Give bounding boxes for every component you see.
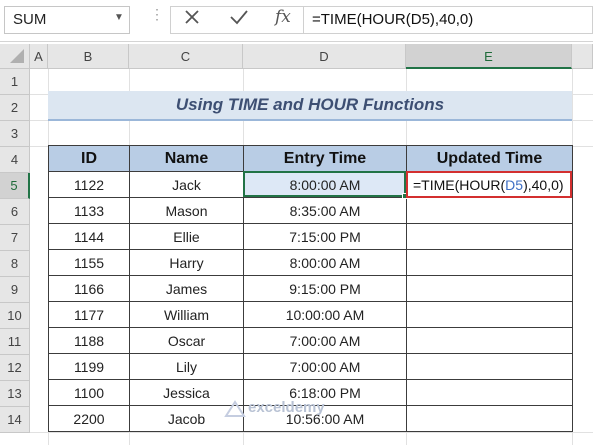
header-entry-time[interactable]: Entry Time — [243, 145, 407, 172]
updated-time-cell[interactable] — [406, 405, 573, 432]
id-cell[interactable]: 1144 — [48, 223, 130, 250]
row-header-1[interactable]: 1 — [0, 69, 30, 95]
table-row: 1144 Ellie 7:15:00 PM — [48, 223, 573, 250]
row-header-12[interactable]: 12 — [0, 355, 30, 381]
edit-formula-reference: D5 — [505, 177, 524, 193]
name-cell[interactable]: Harry — [129, 249, 244, 276]
header-id[interactable]: ID — [48, 145, 130, 172]
entry-time-cell[interactable]: 7:00:00 AM — [243, 353, 407, 380]
row-header-13[interactable]: 13 — [0, 381, 30, 407]
column-header-a[interactable]: A — [30, 44, 48, 69]
id-cell[interactable]: 1155 — [48, 249, 130, 276]
id-cell[interactable]: 1133 — [48, 197, 130, 224]
entry-time-cell[interactable]: 8:00:00 AM — [243, 249, 407, 276]
row-header-8[interactable]: 8 — [0, 251, 30, 277]
formula-input[interactable]: =TIME(HOUR(D5),40,0) — [304, 6, 593, 34]
updated-time-cell[interactable] — [406, 379, 573, 406]
updated-time-cell[interactable] — [406, 327, 573, 354]
id-cell[interactable]: 2200 — [48, 405, 130, 432]
formula-bar: SUM ▼ ⋮ fx =TIME(HOUR(D5),40,0) — [0, 0, 593, 42]
column-header-b[interactable]: B — [48, 44, 129, 69]
edit-formula-prefix: =TIME(HOUR( — [413, 177, 506, 193]
watermark: exceldemy — [248, 399, 325, 416]
id-cell[interactable]: 1166 — [48, 275, 130, 302]
table-row: 1155 Harry 8:00:00 AM — [48, 249, 573, 276]
row-header-3[interactable]: 3 — [0, 121, 30, 147]
updated-time-cell[interactable] — [406, 223, 573, 250]
column-header-f[interactable] — [572, 44, 593, 69]
column-header-e[interactable]: E — [406, 44, 572, 69]
row-header-6[interactable]: 6 — [0, 199, 30, 225]
table-row: 1199 Lily 7:00:00 AM — [48, 353, 573, 380]
entry-time-cell[interactable]: 8:35:00 AM — [243, 197, 407, 224]
updated-time-cell[interactable] — [406, 249, 573, 276]
updated-time-cell[interactable] — [406, 301, 573, 328]
select-all-corner[interactable] — [0, 44, 30, 69]
edit-formula-suffix: ),40,0) — [523, 177, 564, 193]
updated-time-cell[interactable] — [406, 353, 573, 380]
id-cell[interactable]: 1177 — [48, 301, 130, 328]
name-box[interactable]: SUM — [4, 6, 130, 34]
gridline — [30, 432, 593, 433]
entry-time-cell[interactable]: 9:15:00 PM — [243, 275, 407, 302]
row-header-4[interactable]: 4 — [0, 147, 30, 173]
insert-function-icon[interactable]: fx — [275, 7, 291, 27]
row-header-10[interactable]: 10 — [0, 303, 30, 329]
row-header-7[interactable]: 7 — [0, 225, 30, 251]
row-header-2[interactable]: 2 — [0, 95, 30, 121]
column-header-d[interactable]: D — [243, 44, 406, 69]
name-cell[interactable]: James — [129, 275, 244, 302]
name-cell[interactable]: William — [129, 301, 244, 328]
id-cell[interactable]: 1188 — [48, 327, 130, 354]
name-cell[interactable]: Mason — [129, 197, 244, 224]
table-header-row: ID Name Entry Time Updated Time — [48, 145, 573, 172]
row-header-5[interactable]: 5 — [0, 173, 30, 199]
table-row: 1166 James 9:15:00 PM — [48, 275, 573, 302]
header-updated-time[interactable]: Updated Time — [406, 145, 573, 172]
enter-icon[interactable] — [229, 8, 249, 31]
table-row: 1133 Mason 8:35:00 AM — [48, 197, 573, 224]
referenced-cell-outline — [243, 171, 406, 197]
row-header-11[interactable]: 11 — [0, 329, 30, 355]
column-header-c[interactable]: C — [129, 44, 243, 69]
sheet-title: Using TIME and HOUR Functions — [175, 95, 445, 114]
chevron-down-icon[interactable]: ▼ — [114, 12, 124, 23]
id-cell[interactable]: 1199 — [48, 353, 130, 380]
name-cell[interactable]: Ellie — [129, 223, 244, 250]
drag-handle-icon[interactable]: ⋮ — [150, 7, 164, 29]
name-cell[interactable]: Oscar — [129, 327, 244, 354]
row-header-14[interactable]: 14 — [0, 407, 30, 433]
formula-buttons: fx — [170, 6, 304, 34]
name-cell[interactable]: Jack — [129, 171, 244, 198]
id-cell[interactable]: 1100 — [48, 379, 130, 406]
table-row: 1188 Oscar 7:00:00 AM — [48, 327, 573, 354]
id-cell[interactable]: 1122 — [48, 171, 130, 198]
header-name[interactable]: Name — [129, 145, 244, 172]
updated-time-cell[interactable] — [406, 197, 573, 224]
updated-time-cell[interactable] — [406, 275, 573, 302]
entry-time-cell[interactable]: 7:00:00 AM — [243, 327, 407, 354]
watermark-logo-icon — [224, 400, 246, 418]
editing-cell[interactable]: =TIME(HOUR(D5),40,0) — [406, 171, 572, 198]
name-cell[interactable]: Lily — [129, 353, 244, 380]
table-row: 1177 William 10:00:00 AM — [48, 301, 573, 328]
cancel-icon[interactable] — [183, 8, 201, 31]
entry-time-cell[interactable]: 7:15:00 PM — [243, 223, 407, 250]
row-header-9[interactable]: 9 — [0, 277, 30, 303]
entry-time-cell[interactable]: 10:00:00 AM — [243, 301, 407, 328]
